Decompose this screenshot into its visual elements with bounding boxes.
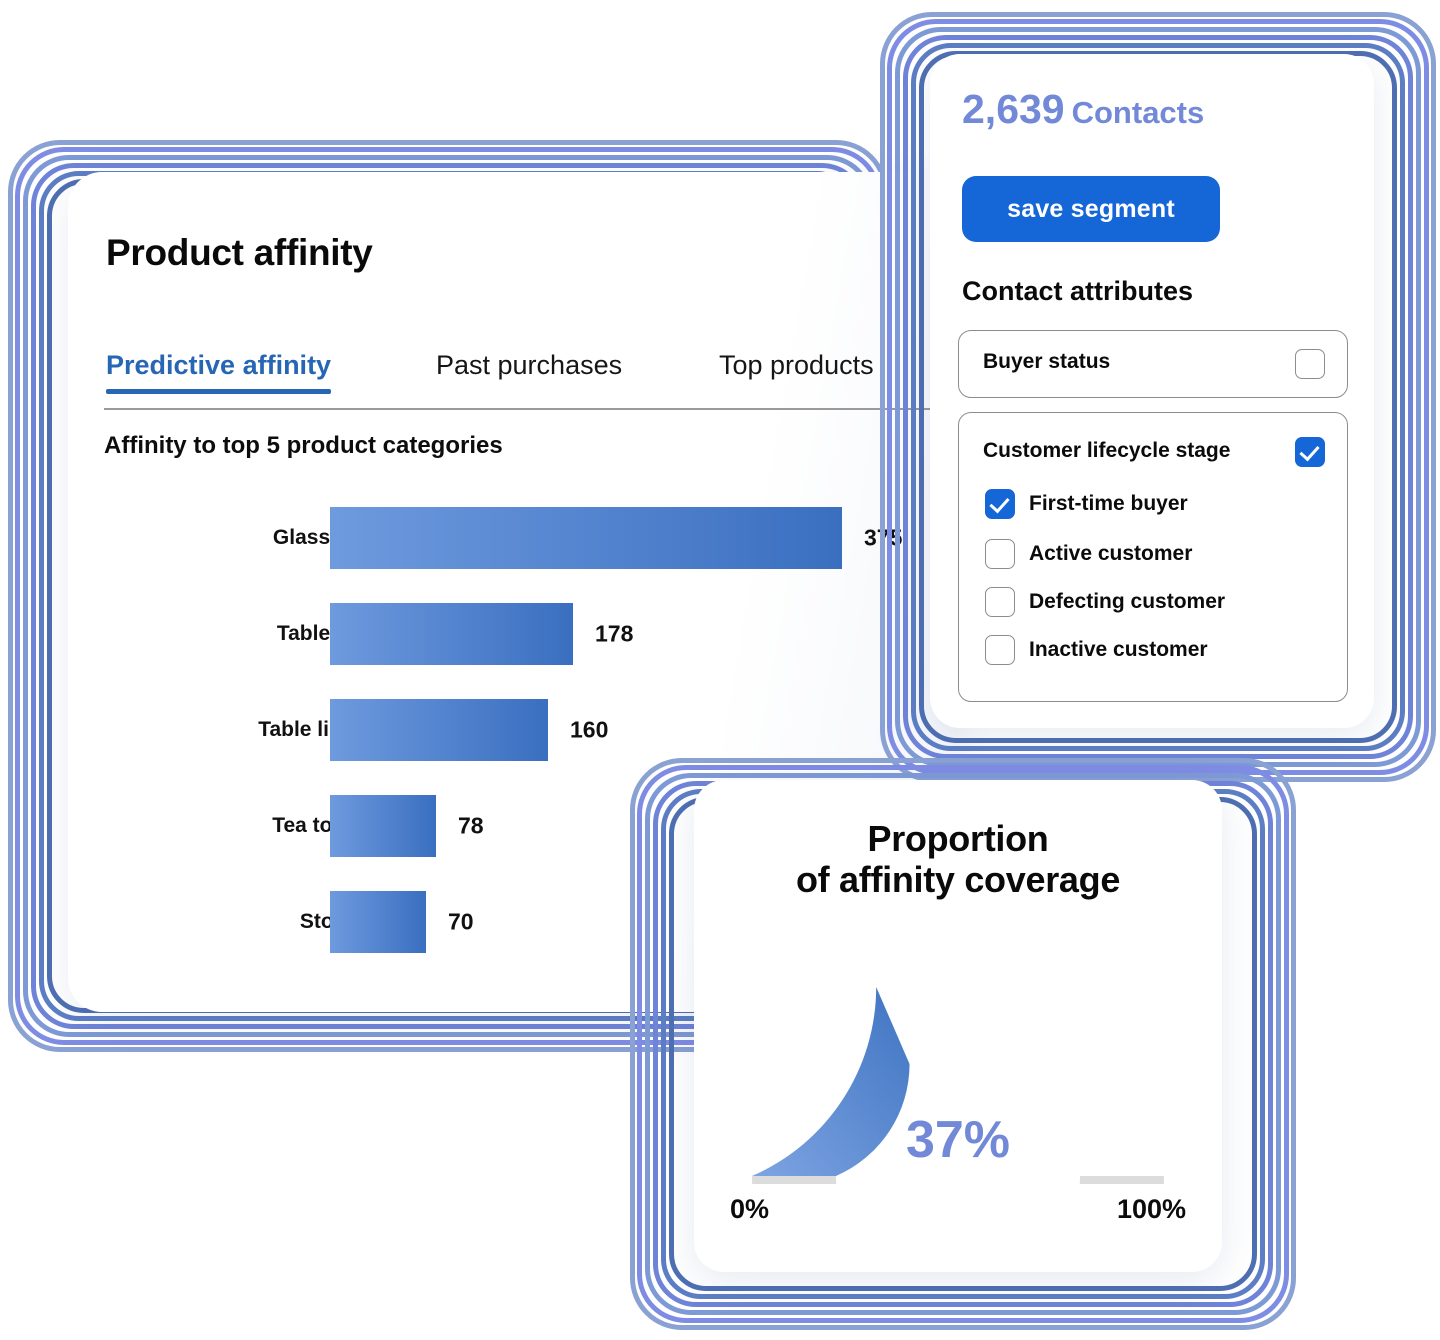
option-label: Active customer bbox=[1029, 542, 1193, 565]
tab-label: Predictive affinity bbox=[106, 350, 332, 380]
gauge-title: Proportion of affinity coverage bbox=[694, 818, 1222, 900]
page-title: Product affinity bbox=[106, 232, 373, 273]
attribute-row-customer-lifecycle-stage[interactable]: Customer lifecycle stage First-time buye… bbox=[958, 412, 1348, 702]
checkbox-active-customer[interactable] bbox=[985, 539, 1015, 569]
screenshot-stage: Product affinity Predictive affinity Pas… bbox=[0, 0, 1440, 1340]
tab-active-underline bbox=[106, 389, 332, 394]
contacts-count-line: 2,639 Contacts bbox=[962, 86, 1204, 133]
tab-predictive-affinity[interactable]: Predictive affinity bbox=[106, 350, 332, 394]
gauge-value-label: 37% bbox=[905, 1111, 1011, 1169]
attribute-row-buyer-status[interactable]: Buyer status bbox=[958, 330, 1348, 398]
tab-top-products[interactable]: Top products bbox=[719, 350, 874, 381]
gauge-title-line2: of affinity coverage bbox=[795, 859, 1121, 901]
contacts-count-label: Contacts bbox=[1071, 95, 1205, 130]
bar-value-label: 160 bbox=[570, 716, 609, 743]
checkbox-buyer-status[interactable] bbox=[1295, 349, 1325, 379]
tab-label: Top products bbox=[719, 350, 874, 380]
checkbox-defecting-customer[interactable] bbox=[985, 587, 1015, 617]
option-label: First-time buyer bbox=[1029, 492, 1188, 515]
bar-row: Glassware 375 bbox=[68, 490, 954, 586]
attribute-label: Buyer status bbox=[983, 350, 1111, 373]
bar bbox=[330, 795, 436, 857]
gauge-track bbox=[752, 1176, 1164, 1340]
bar bbox=[330, 603, 573, 665]
bar bbox=[330, 699, 548, 761]
bar-value-label: 70 bbox=[448, 908, 474, 935]
bar bbox=[330, 891, 426, 953]
bar-row: Tableware 178 bbox=[68, 586, 954, 682]
chart-caption: Affinity to top 5 product categories bbox=[104, 432, 503, 459]
bar-value-label: 78 bbox=[458, 812, 484, 839]
gauge-min-label: 0% bbox=[730, 1194, 770, 1224]
tab-bar-rule bbox=[104, 408, 948, 410]
option-label: Inactive customer bbox=[1029, 638, 1208, 661]
save-segment-button[interactable]: save segment bbox=[962, 176, 1220, 242]
gauge-title-line1: Proportion bbox=[867, 818, 1049, 859]
contact-attributes-heading: Contact attributes bbox=[962, 276, 1194, 306]
tab-label: Past purchases bbox=[436, 350, 623, 380]
contacts-count: 2,639 bbox=[962, 86, 1065, 132]
checkbox-customer-lifecycle-stage[interactable] bbox=[1295, 437, 1325, 467]
bar bbox=[330, 507, 842, 569]
bar-value-label: 178 bbox=[595, 620, 634, 647]
checkbox-inactive-customer[interactable] bbox=[985, 635, 1015, 665]
tab-past-purchases[interactable]: Past purchases bbox=[436, 350, 622, 381]
tab-bar: Predictive affinity Past purchases Top p… bbox=[104, 350, 948, 410]
gauge-max-label: 100% bbox=[1116, 1194, 1186, 1224]
attribute-label: Customer lifecycle stage bbox=[983, 439, 1231, 462]
option-label: Defecting customer bbox=[1029, 590, 1226, 613]
contacts-panel: 2,639 Contacts save segment Contact attri… bbox=[930, 54, 1374, 728]
checkbox-first-time-buyer[interactable] bbox=[985, 489, 1015, 519]
affinity-coverage-card: Proportion of affinity coverage 37% 0% 1… bbox=[694, 780, 1222, 1340]
